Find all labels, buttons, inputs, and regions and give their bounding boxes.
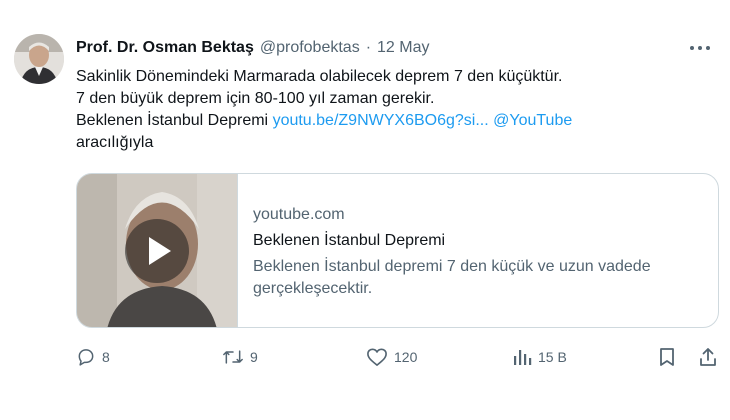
- link-preview-card[interactable]: youtube.com Beklenen İstanbul Depremi Be…: [76, 173, 719, 328]
- tweet-actions: 8 9 120 15 B: [76, 344, 720, 370]
- tweet-header: Prof. Dr. Osman Bektaş @profobektas · 12…: [76, 37, 710, 59]
- card-description: Beklenen İstanbul depremi 7 den küçük ve…: [253, 258, 651, 297]
- tweet-line-4: aracılığıyla: [76, 134, 154, 151]
- like-count: 120: [394, 349, 418, 365]
- retweet-icon: [223, 350, 243, 364]
- like-icon: [367, 348, 387, 366]
- card-title: Beklenen İstanbul Depremi: [253, 232, 446, 249]
- retweet-count: 9: [250, 349, 258, 365]
- like-button[interactable]: 120: [366, 344, 417, 370]
- youtube-link[interactable]: youtu.be/Z9NWYX6BO6g?si...: [273, 112, 489, 129]
- avatar[interactable]: [14, 34, 64, 84]
- bookmark-button[interactable]: [658, 344, 676, 370]
- retweet-button[interactable]: 9: [222, 344, 258, 370]
- tweet-line-3-text: Beklenen İstanbul Depremi: [76, 112, 269, 129]
- play-icon[interactable]: [125, 218, 189, 283]
- separator-dot: ·: [365, 39, 372, 56]
- reply-button[interactable]: 8: [76, 344, 110, 370]
- author-handle[interactable]: @profobektas: [260, 39, 360, 57]
- reply-count: 8: [102, 349, 110, 365]
- card-body: youtube.com Beklenen İstanbul Depremi Be…: [238, 174, 718, 327]
- bookmark-icon: [660, 348, 674, 366]
- avatar-photo: [14, 34, 64, 84]
- more-icon[interactable]: [690, 39, 710, 57]
- share-button[interactable]: [698, 344, 718, 370]
- views-count: 15 B: [538, 349, 567, 365]
- tweet-line-2: 7 den büyük deprem için 80-100 yıl zaman…: [76, 90, 435, 107]
- card-domain: youtube.com: [253, 206, 345, 223]
- reply-icon: [78, 349, 94, 366]
- tweet-date[interactable]: 12 May: [377, 39, 429, 57]
- author-name[interactable]: Prof. Dr. Osman Bektaş: [76, 39, 254, 57]
- views-icon: [514, 350, 532, 365]
- tweet-text: Sakinlik Dönemindeki Marmarada olabilece…: [76, 66, 696, 154]
- video-thumbnail[interactable]: [77, 174, 238, 327]
- views-button[interactable]: 15 B: [512, 344, 567, 370]
- tweet-line-1: Sakinlik Dönemindeki Marmarada olabilece…: [76, 68, 563, 85]
- youtube-mention[interactable]: @YouTube: [493, 112, 572, 129]
- tweet-line-3: Beklenen İstanbul Depremi youtu.be/Z9NWY…: [76, 110, 696, 132]
- share-icon: [700, 348, 716, 366]
